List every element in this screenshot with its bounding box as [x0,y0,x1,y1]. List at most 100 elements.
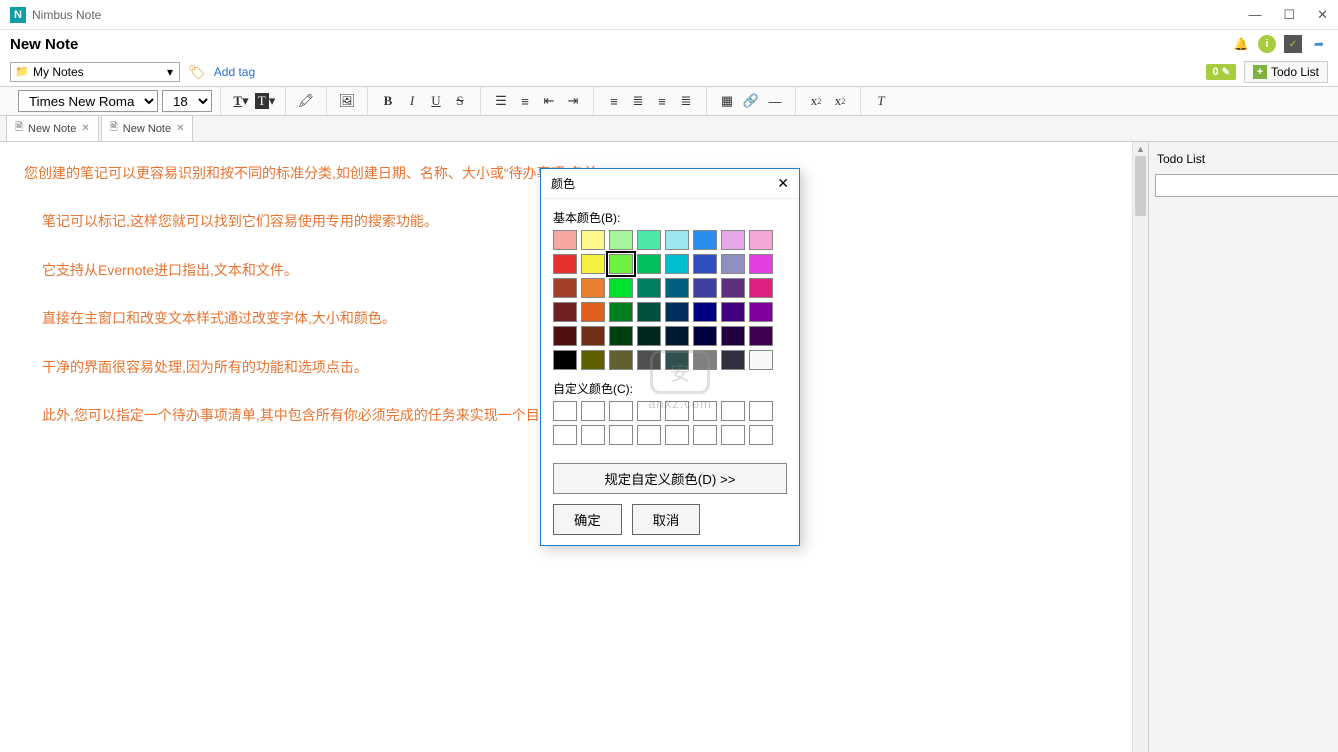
color-swatch[interactable] [581,326,605,346]
color-swatch[interactable] [665,302,689,322]
color-swatch[interactable] [609,254,633,274]
custom-color-swatch[interactable] [749,401,773,421]
color-swatch[interactable] [609,326,633,346]
color-swatch[interactable] [553,254,577,274]
table-icon[interactable]: ▦ [715,90,739,112]
window-close-icon[interactable]: ✕ [1317,7,1328,23]
color-swatch[interactable] [637,326,661,346]
link-icon[interactable]: 🔗 [739,90,763,112]
color-swatch[interactable] [609,302,633,322]
custom-color-swatch[interactable] [637,401,661,421]
info-icon[interactable]: i [1258,35,1276,53]
color-swatch[interactable] [609,230,633,250]
text-highlight-button[interactable]: T▾ [253,90,277,112]
notification-badge[interactable]: 0 [1206,64,1236,80]
color-swatch[interactable] [553,302,577,322]
highlighter-icon[interactable]: 🖍 [294,90,318,112]
custom-color-swatch[interactable] [553,425,577,445]
color-swatch[interactable] [581,278,605,298]
align-right-icon[interactable]: ≡ [650,90,674,112]
color-swatch[interactable] [609,278,633,298]
define-custom-color-button[interactable]: 规定自定义颜色(D) >> [553,463,787,494]
color-swatch[interactable] [637,350,661,370]
color-swatch[interactable] [581,350,605,370]
color-swatch[interactable] [581,254,605,274]
image-icon[interactable]: 🖼 [335,90,359,112]
text-color-button[interactable]: T▾ [229,90,253,112]
custom-color-swatch[interactable] [721,401,745,421]
color-swatch[interactable] [609,350,633,370]
color-swatch[interactable] [721,278,745,298]
folder-select[interactable]: My Notes [10,62,180,82]
color-swatch[interactable] [693,302,717,322]
window-maximize-icon[interactable]: ☐ [1283,7,1295,23]
todo-input[interactable] [1155,174,1338,197]
strikethrough-button[interactable]: S [448,90,472,112]
color-swatch[interactable] [749,230,773,250]
scroll-up-icon[interactable]: ▲ [1133,142,1148,156]
numbered-list-icon[interactable]: ≡ [513,90,537,112]
check-icon[interactable]: ✓ [1284,35,1302,53]
scroll-thumb[interactable] [1135,156,1146,216]
underline-button[interactable]: U [424,90,448,112]
tag-icon[interactable]: 🏷 [188,64,206,81]
outdent-icon[interactable]: ⇤ [537,90,561,112]
add-tag-link[interactable]: Add tag [214,65,255,79]
window-minimize-icon[interactable]: — [1248,7,1261,23]
color-swatch[interactable] [693,326,717,346]
custom-color-swatch[interactable] [553,401,577,421]
custom-color-swatch[interactable] [665,401,689,421]
font-size-select[interactable]: 18 [162,90,212,112]
bell-icon[interactable]: 🔔 [1232,35,1250,53]
share-icon[interactable]: ➦ [1310,35,1328,53]
custom-color-swatch[interactable] [693,401,717,421]
custom-color-swatch[interactable] [749,425,773,445]
dialog-close-icon[interactable]: ✕ [777,175,789,192]
custom-color-swatch[interactable] [609,425,633,445]
color-swatch[interactable] [693,230,717,250]
color-swatch[interactable] [581,230,605,250]
color-swatch[interactable] [665,350,689,370]
tab-close-icon[interactable]: ✕ [176,123,184,134]
align-left-icon[interactable]: ≡ [602,90,626,112]
color-swatch[interactable] [721,302,745,322]
color-swatch[interactable] [581,302,605,322]
document-tab[interactable]: 🗎 New Note ✕ [101,115,194,141]
custom-color-swatch[interactable] [721,425,745,445]
color-swatch[interactable] [637,254,661,274]
color-swatch[interactable] [553,350,577,370]
color-swatch[interactable] [749,350,773,370]
color-swatch[interactable] [553,326,577,346]
color-swatch[interactable] [637,230,661,250]
color-swatch[interactable] [693,278,717,298]
color-swatch[interactable] [637,302,661,322]
color-swatch[interactable] [665,278,689,298]
color-swatch[interactable] [721,350,745,370]
vertical-scrollbar[interactable]: ▲ [1132,142,1148,752]
color-swatch[interactable] [749,254,773,274]
bold-button[interactable]: B [376,90,400,112]
bullet-list-icon[interactable]: ☰ [489,90,513,112]
color-swatch[interactable] [749,326,773,346]
subscript-button[interactable]: x2 [828,90,852,112]
color-swatch[interactable] [665,254,689,274]
color-swatch[interactable] [693,350,717,370]
custom-color-swatch[interactable] [581,401,605,421]
horizontal-rule-icon[interactable]: — [763,90,787,112]
clear-formatting-icon[interactable]: T [869,90,893,112]
ok-button[interactable]: 确定 [553,504,622,535]
todo-list-button[interactable]: + Todo List [1244,61,1328,83]
custom-color-swatch[interactable] [665,425,689,445]
color-swatch[interactable] [721,254,745,274]
cancel-button[interactable]: 取消 [632,504,701,535]
color-swatch[interactable] [693,254,717,274]
color-swatch[interactable] [553,278,577,298]
color-swatch[interactable] [665,326,689,346]
tab-close-icon[interactable]: ✕ [81,123,89,134]
color-swatch[interactable] [637,278,661,298]
custom-color-swatch[interactable] [581,425,605,445]
align-justify-icon[interactable]: ≣ [674,90,698,112]
custom-color-swatch[interactable] [609,401,633,421]
color-swatch[interactable] [665,230,689,250]
superscript-button[interactable]: x2 [804,90,828,112]
